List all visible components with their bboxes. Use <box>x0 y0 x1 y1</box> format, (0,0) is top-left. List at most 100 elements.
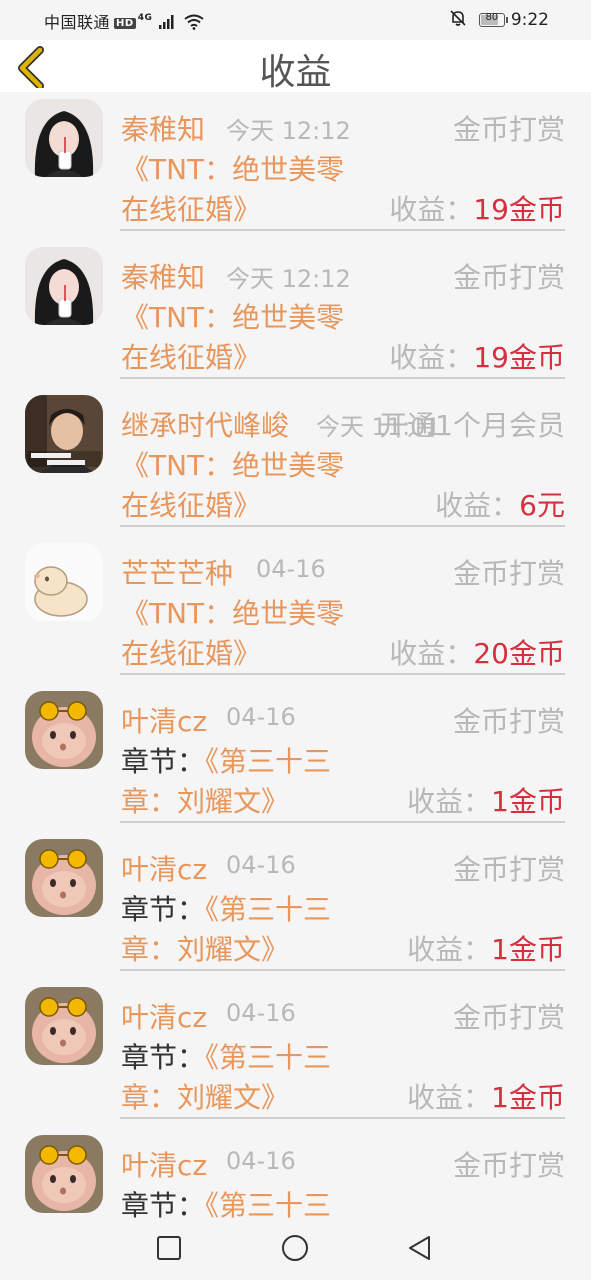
work-title-line1[interactable]: 《TNT：绝世美零 <box>121 148 344 188</box>
list-item[interactable]: 继承时代峰峻 今天 11:01 开通1个月会员 《TNT：绝世美零 在线征婚》 收益：6元 <box>0 388 591 536</box>
work-title-text: 《TNT：绝世美零 <box>121 449 345 482</box>
earnings-label: 收益： <box>435 489 520 522</box>
item-time: 今天 12:12 <box>226 117 351 145</box>
item-type: 金币打赏 <box>452 557 565 590</box>
item-type: 金币打赏 <box>452 853 565 886</box>
user-nickname[interactable]: 叶清cz <box>121 1144 207 1184</box>
app-header: 收益 <box>0 40 591 93</box>
clock: 9:22 <box>510 10 549 30</box>
status-bar: 中国联通 HD 4G 80 9:22 <box>0 0 591 40</box>
avatar[interactable] <box>25 691 103 769</box>
list-item[interactable]: 叶清cz 04-16 金币打赏章节：《第三十三 章：刘耀文》 收益：1金币 <box>0 832 591 980</box>
user-nickname[interactable]: 芒芒芒种 <box>121 552 233 592</box>
work-title-line2[interactable]: 章：刘耀文》 <box>121 928 289 968</box>
wifi-icon <box>183 14 204 34</box>
system-nav-bar <box>0 1218 591 1280</box>
work-title-text: 《TNT：绝世美零 <box>121 597 345 630</box>
work-title-line1[interactable]: 章节：《第三十三 <box>121 1184 331 1218</box>
work-title-text: 《第三十三 <box>205 745 332 778</box>
earnings-label: 收益： <box>407 1081 492 1114</box>
user-nickname[interactable]: 叶清cz <box>121 700 207 740</box>
work-title-line2[interactable]: 在线征婚》 <box>121 632 261 672</box>
earnings-value: 6元 <box>519 489 565 522</box>
earnings: 收益：1金币 <box>407 1076 565 1116</box>
avatar[interactable] <box>25 543 103 621</box>
work-title-line2[interactable]: 在线征婚》 <box>121 336 261 376</box>
user-nickname[interactable]: 继承时代峰峻 <box>121 404 289 444</box>
work-title-line1[interactable]: 《TNT：绝世美零 <box>121 592 344 632</box>
item-time: 04-16 <box>226 703 296 731</box>
list-item[interactable]: 叶清cz 04-16 金币打赏 章节：《第三十三 章：刘耀文》 收益：1金币 <box>0 980 591 1128</box>
list-item[interactable]: 芒芒芒种 04-16 金币打赏《TNT：绝世美零 在线征婚》 收益：20金币 <box>0 536 591 684</box>
list-item[interactable]: 秦稚知 今天 12:12 金币打赏 《TNT：绝世美零 在线征婚》 收益：19金币 <box>0 92 591 240</box>
earnings: 收益：20金币 <box>389 632 565 672</box>
triangle-back-icon <box>409 1236 430 1260</box>
list-item[interactable]: 叶清cz 04-16 金币打赏 章节：《第三十三 <box>0 1128 591 1218</box>
avatar[interactable] <box>25 1135 103 1213</box>
avatar[interactable] <box>25 987 103 1065</box>
earnings: 收益：1金币 <box>407 780 565 820</box>
work-title-line1[interactable]: 《TNT：绝世美零 <box>121 296 344 336</box>
nav-back-button[interactable] <box>407 1234 433 1266</box>
earnings-value: 20金币 <box>473 637 565 670</box>
list-item[interactable]: 秦稚知 今天 12:12 金币打赏《TNT：绝世美零 在线征婚》 收益：19金币 <box>0 240 591 388</box>
avatar[interactable] <box>25 839 103 917</box>
square-icon <box>157 1236 181 1260</box>
chapter-prefix: 章节： <box>121 745 206 778</box>
avatar[interactable] <box>25 247 103 325</box>
item-time: 04-16 <box>226 851 296 879</box>
item-time: 今天 12:12 <box>226 265 351 293</box>
bell-muted-icon <box>449 9 467 31</box>
work-title-line1[interactable]: 章节：《第三十三 <box>121 1036 331 1076</box>
recents-button[interactable] <box>156 1234 182 1266</box>
work-title-text: 《第三十三 <box>205 1041 332 1074</box>
row-divider <box>120 229 565 231</box>
work-title-line2[interactable]: 章：刘耀文》 <box>121 780 289 820</box>
work-title-line2[interactable]: 在线征婚》 <box>121 188 261 228</box>
user-nickname[interactable]: 秦稚知 <box>121 108 205 148</box>
battery-cap <box>505 17 508 23</box>
item-type: 金币打赏 <box>452 261 565 294</box>
work-title-line2[interactable]: 在线征婚》 <box>121 484 261 524</box>
item-type: 金币打赏 <box>452 705 565 738</box>
work-title-line2[interactable]: 章：刘耀文》 <box>121 1076 289 1116</box>
hd-badge: HD <box>114 18 136 29</box>
list-item[interactable]: 叶清cz 04-16 金币打赏章节：《第三十三 章：刘耀文》 收益：1金币 <box>0 684 591 832</box>
earnings: 收益：6元 <box>435 484 565 524</box>
item-type: 金币打赏 <box>452 1149 565 1182</box>
work-title-text: 《TNT：绝世美零 <box>121 153 345 186</box>
battery-level: 80 <box>485 12 499 23</box>
work-title-text: 《第三十三 <box>205 893 332 926</box>
circle-icon <box>282 1235 308 1261</box>
item-time: 04-16 <box>256 555 326 583</box>
work-title-line1[interactable]: 章节：《第三十三 <box>121 888 331 928</box>
earnings: 收益：19金币 <box>389 336 565 376</box>
row-divider <box>120 525 565 527</box>
earnings-value: 19金币 <box>473 341 565 374</box>
user-nickname[interactable]: 叶清cz <box>121 848 207 888</box>
earnings-value: 1金币 <box>491 1081 565 1114</box>
page-title: 收益 <box>259 52 332 93</box>
earnings-value: 1金币 <box>491 933 565 966</box>
earnings-value: 1金币 <box>491 785 565 818</box>
earnings-label: 收益： <box>389 193 474 226</box>
signal-icon <box>158 14 175 33</box>
row-divider <box>120 377 565 379</box>
carrier-group: 中国联通 HD 4G <box>44 9 204 34</box>
work-title-line1[interactable]: 章节：《第三十三 <box>121 740 331 780</box>
work-title-text: 《TNT：绝世美零 <box>121 301 345 334</box>
carrier-name: 中国联通 <box>44 13 111 32</box>
home-button[interactable] <box>281 1234 309 1266</box>
earnings: 收益：1金币 <box>407 928 565 968</box>
chapter-prefix: 章节： <box>121 1189 206 1218</box>
avatar[interactable] <box>25 395 103 473</box>
avatar[interactable] <box>25 99 103 177</box>
battery-icon: 80 <box>478 12 508 27</box>
user-nickname[interactable]: 叶清cz <box>121 996 207 1036</box>
row-divider <box>120 673 565 675</box>
earnings-label: 收益： <box>389 637 474 670</box>
user-nickname[interactable]: 秦稚知 <box>121 256 205 296</box>
earnings-list: 秦稚知 今天 12:12 金币打赏 《TNT：绝世美零 在线征婚》 收益：19金币 秦稚知今… <box>0 92 591 1218</box>
row-divider <box>120 969 565 971</box>
work-title-line1[interactable]: 《TNT：绝世美零 <box>121 444 344 484</box>
